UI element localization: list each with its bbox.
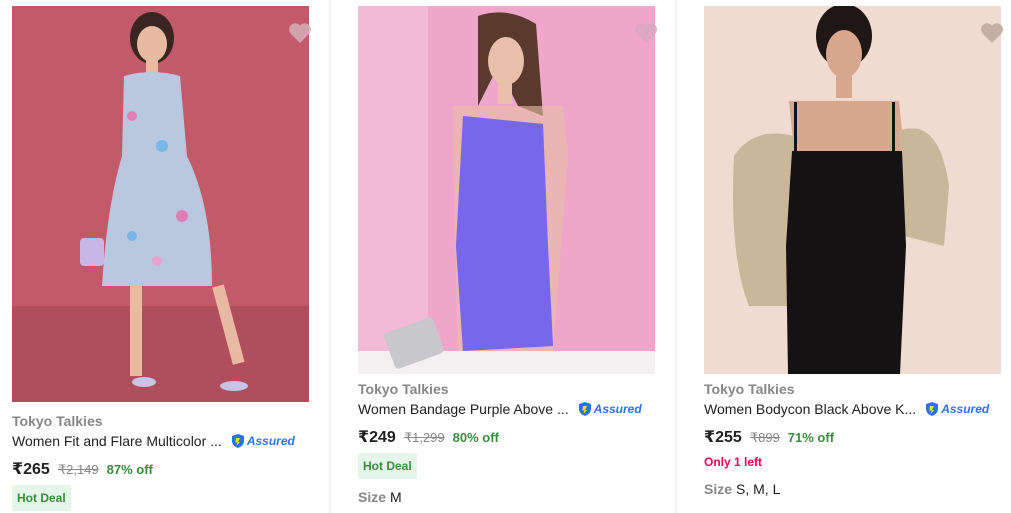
product-title[interactable]: Women Bodycon Black Above K... Assured bbox=[704, 401, 989, 417]
hot-deal-badge: Hot Deal bbox=[12, 485, 71, 511]
product-brand: Tokyo Talkies bbox=[704, 381, 795, 397]
assured-label: Assured bbox=[246, 434, 295, 448]
product-brand: Tokyo Talkies bbox=[12, 413, 103, 429]
product-title-text[interactable]: Women Bodycon Black Above K... bbox=[704, 401, 916, 417]
price-row: ₹255 ₹899 71% off bbox=[704, 427, 834, 447]
product-title-text[interactable]: Women Fit and Flare Multicolor ... bbox=[12, 433, 222, 449]
size-label: Size bbox=[358, 489, 387, 505]
product-image[interactable] bbox=[358, 6, 655, 374]
product-card-3[interactable]: Tokyo Talkies Women Bodycon Black Above … bbox=[677, 0, 1011, 513]
product-card-2[interactable]: Tokyo Talkies Women Bandage Purple Above… bbox=[331, 0, 675, 513]
assured-shield-icon bbox=[926, 402, 939, 416]
price-row: ₹249 ₹1,299 80% off bbox=[358, 427, 499, 447]
size-values: M bbox=[390, 489, 402, 505]
assured-badge: Assured bbox=[924, 401, 989, 417]
heart-icon bbox=[635, 23, 657, 43]
assured-shield-icon bbox=[578, 402, 591, 416]
product-image[interactable] bbox=[704, 6, 1001, 374]
assured-label: Assured bbox=[593, 402, 642, 416]
discount-percent: 80% off bbox=[452, 430, 499, 445]
selling-price: ₹249 bbox=[358, 429, 396, 446]
stock-warning: Only 1 left bbox=[704, 455, 763, 469]
product-card-1[interactable]: Tokyo Talkies Women Fit and Flare Multic… bbox=[0, 0, 329, 513]
discount-percent: 87% off bbox=[106, 462, 153, 477]
assured-label: Assured bbox=[941, 402, 990, 416]
product-title[interactable]: Women Bandage Purple Above ... Assured bbox=[358, 401, 642, 417]
product-title-text[interactable]: Women Bandage Purple Above ... bbox=[358, 401, 569, 417]
heart-icon bbox=[289, 23, 311, 43]
heart-icon bbox=[981, 23, 1003, 43]
hot-deal-badge: Hot Deal bbox=[358, 453, 417, 479]
product-image[interactable] bbox=[12, 6, 309, 402]
wishlist-button[interactable] bbox=[630, 18, 662, 48]
size-label: Size bbox=[704, 481, 733, 497]
product-brand: Tokyo Talkies bbox=[358, 381, 449, 397]
wishlist-button[interactable] bbox=[284, 18, 316, 48]
size-info: Size M bbox=[358, 489, 402, 505]
assured-badge: Assured bbox=[230, 433, 295, 449]
product-title[interactable]: Women Fit and Flare Multicolor ... Assur… bbox=[12, 433, 295, 449]
assured-shield-icon bbox=[231, 434, 244, 448]
selling-price: ₹265 bbox=[12, 461, 50, 478]
wishlist-button[interactable] bbox=[976, 18, 1008, 48]
original-price: ₹1,299 bbox=[403, 430, 445, 445]
original-price: ₹899 bbox=[749, 430, 780, 445]
price-row: ₹265 ₹2,149 87% off bbox=[12, 459, 153, 479]
size-info: Size S, M, L bbox=[704, 481, 780, 497]
selling-price: ₹255 bbox=[704, 429, 742, 446]
assured-badge: Assured bbox=[577, 401, 642, 417]
original-price: ₹2,149 bbox=[57, 462, 99, 477]
size-values: S, M, L bbox=[736, 481, 781, 497]
discount-percent: 71% off bbox=[787, 430, 835, 445]
